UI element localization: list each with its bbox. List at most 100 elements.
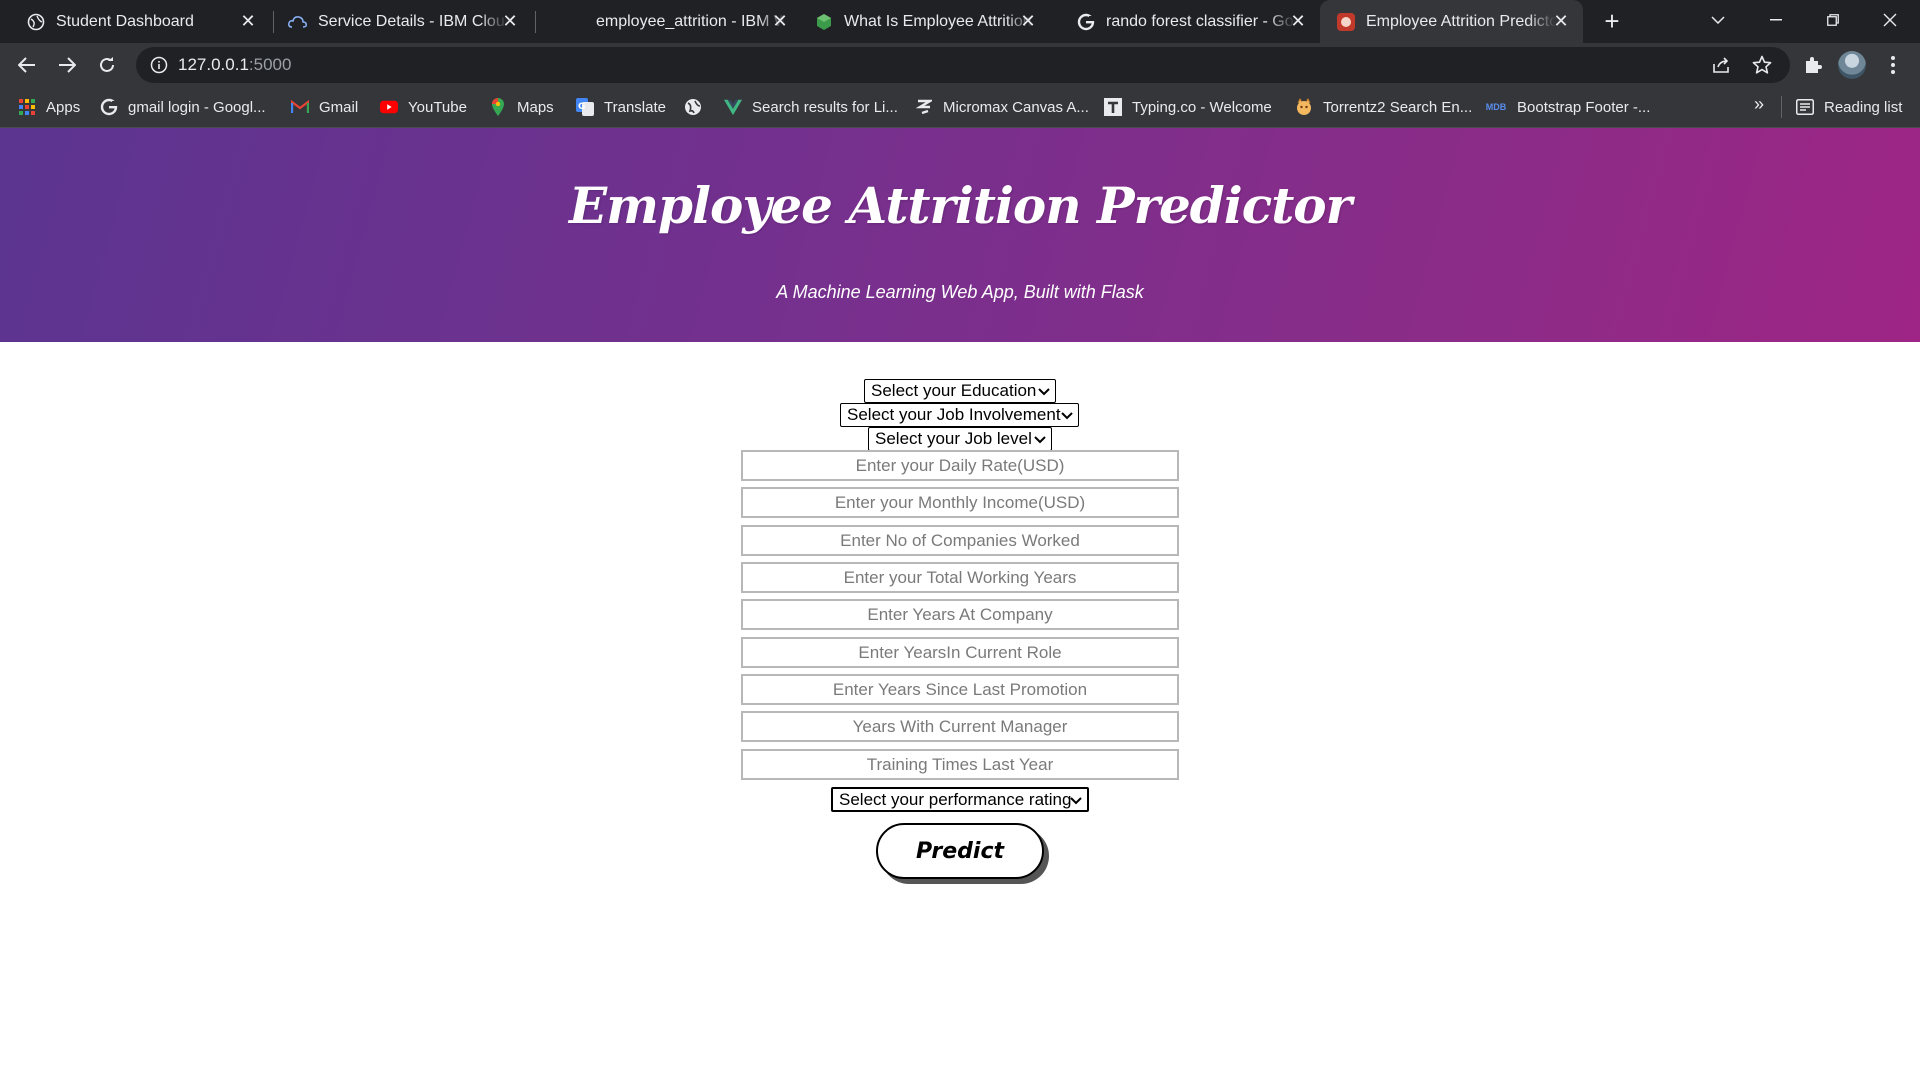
- address-url: 127.0.0.1:5000: [178, 55, 291, 75]
- reload-icon[interactable]: [92, 50, 122, 80]
- reading-list-button[interactable]: Reading list: [1796, 96, 1902, 118]
- chevron-down-icon: [1060, 407, 1074, 421]
- tab-rando-forest[interactable]: rando forest classifier - Goo ✕: [1050, 0, 1320, 43]
- job-involvement-select[interactable]: Select your Job Involvement: [840, 403, 1079, 427]
- bookmark-globe[interactable]: [684, 96, 712, 118]
- bookmark-search-results[interactable]: Search results for Li...: [724, 96, 898, 118]
- monthly-income-input[interactable]: Enter your Monthly Income(USD): [741, 487, 1179, 518]
- bookmark-translate[interactable]: G Translate: [576, 96, 666, 118]
- bookmark-label: Maps: [517, 98, 554, 116]
- chevron-down-icon: [1069, 792, 1083, 806]
- bookmark-label: Gmail: [319, 98, 359, 116]
- bookmark-youtube[interactable]: YouTube: [380, 96, 467, 118]
- years-since-last-promotion-input[interactable]: Enter Years Since Last Promotion: [741, 674, 1179, 705]
- address-bar[interactable]: 127.0.0.1:5000: [136, 47, 1790, 83]
- job-involvement-select-value: Select your Job Involvement: [847, 405, 1061, 424]
- bookmark-torrentz[interactable]: Torrentz2 Search En...: [1295, 96, 1472, 118]
- tab-title: Employee Attrition Predicto: [1366, 12, 1556, 30]
- tab-service-details[interactable]: Service Details - IBM Cloud ✕: [262, 0, 532, 43]
- google-icon: [1076, 12, 1096, 32]
- bookmark-micromax[interactable]: Micromax Canvas A...: [915, 96, 1089, 118]
- training-times-last-year-input[interactable]: Training Times Last Year: [741, 749, 1179, 780]
- tab-title: Service Details - IBM Cloud: [318, 12, 508, 30]
- google-icon: [100, 98, 118, 116]
- tab-student-dashboard[interactable]: Student Dashboard ✕: [0, 0, 270, 43]
- close-icon[interactable]: ✕: [1288, 11, 1308, 31]
- tab-employee-attrition-ibm[interactable]: employee_attrition - IBM W ✕: [540, 0, 802, 43]
- reading-list-icon: [1796, 98, 1814, 116]
- tab-search-icon[interactable]: [1690, 0, 1746, 40]
- years-at-company-input[interactable]: Enter Years At Company: [741, 599, 1179, 630]
- reading-list-label: Reading list: [1824, 98, 1903, 116]
- bookmarks-divider: [1781, 96, 1782, 118]
- window-close-icon[interactable]: [1862, 0, 1918, 40]
- tab-strip: Student Dashboard ✕ Service Details - IB…: [0, 0, 1920, 43]
- performance-rating-select-value: Select your performance rating: [839, 789, 1072, 809]
- job-level-select-value: Select your Job level: [875, 429, 1032, 448]
- close-icon[interactable]: ✕: [238, 11, 258, 31]
- tab-title: Student Dashboard: [56, 12, 194, 30]
- bookmark-label: Translate: [604, 98, 666, 116]
- hero-banner: Employee Attrition Predictor A Machine L…: [0, 128, 1920, 342]
- back-icon[interactable]: [12, 50, 42, 80]
- close-icon[interactable]: ✕: [1551, 11, 1571, 31]
- bookmark-bootstrap-footer[interactable]: MDB Bootstrap Footer -...: [1485, 96, 1651, 118]
- site-info-icon[interactable]: [150, 56, 168, 74]
- bookmark-label: Torrentz2 Search En...: [1323, 98, 1473, 116]
- more-bookmarks-button[interactable]: »: [1754, 94, 1764, 115]
- bookmark-label: Search results for Li...: [752, 98, 898, 116]
- globe-icon: [26, 12, 46, 32]
- translate-icon: G: [576, 98, 594, 116]
- close-icon[interactable]: ✕: [1018, 11, 1038, 31]
- flask-app-icon: [1336, 12, 1356, 32]
- share-icon[interactable]: [1710, 53, 1734, 77]
- close-icon[interactable]: ✕: [770, 11, 790, 31]
- micromax-icon: [915, 98, 933, 116]
- page-title: Employee Attrition Predictor: [569, 176, 1352, 235]
- tab-title: rando forest classifier - Goo: [1106, 12, 1296, 30]
- bookmark-star-icon[interactable]: [1750, 53, 1774, 77]
- browser-toolbar: 127.0.0.1:5000: [0, 43, 1920, 86]
- education-select[interactable]: Select your Education: [864, 379, 1056, 403]
- minimize-icon[interactable]: [1748, 0, 1804, 40]
- bookmarks-bar: Apps gmail login - Googl... Gmail YouTub…: [0, 86, 1920, 128]
- tab-employee-attrition-predictor[interactable]: Employee Attrition Predicto ✕: [1320, 0, 1583, 43]
- bookmark-gmail-login[interactable]: gmail login - Googl...: [100, 96, 266, 118]
- total-working-years-input[interactable]: Enter your Total Working Years: [741, 562, 1179, 593]
- daily-rate-input[interactable]: Enter your Daily Rate(USD): [741, 450, 1179, 481]
- tab-title: employee_attrition - IBM W: [596, 12, 786, 30]
- restore-icon[interactable]: [1805, 0, 1861, 40]
- globe-icon: [684, 98, 702, 116]
- performance-rating-select[interactable]: Select your performance rating: [831, 787, 1089, 812]
- education-select-value: Select your Education: [871, 381, 1037, 400]
- tab-title: What Is Employee Attrition: [844, 12, 1032, 30]
- years-in-current-role-input[interactable]: Enter YearsIn Current Role: [741, 637, 1179, 668]
- bookmark-apps[interactable]: Apps: [18, 96, 80, 118]
- tab-what-is-employee-attrition[interactable]: What Is Employee Attrition ✕: [788, 0, 1050, 43]
- forward-icon[interactable]: [52, 50, 82, 80]
- close-icon[interactable]: ✕: [500, 11, 520, 31]
- bookmark-typing[interactable]: Typing.co - Welcome: [1104, 96, 1272, 118]
- ibm-cloud-icon: [288, 12, 308, 32]
- bookmark-maps[interactable]: Maps: [489, 96, 554, 118]
- mdb-icon: MDB: [1485, 102, 1507, 112]
- url-host: 127.0.0.1: [178, 55, 249, 74]
- bookmark-label: Typing.co - Welcome: [1132, 98, 1272, 116]
- youtube-icon: [380, 98, 398, 116]
- job-level-select[interactable]: Select your Job level: [868, 427, 1052, 451]
- bookmark-label: Bootstrap Footer -...: [1517, 98, 1651, 116]
- torrentz-icon: [1295, 98, 1313, 116]
- chevron-down-icon: [1037, 383, 1051, 397]
- new-tab-button[interactable]: +: [1598, 8, 1626, 36]
- bookmark-label: Apps: [46, 98, 81, 116]
- years-with-current-manager-input[interactable]: Years With Current Manager: [741, 711, 1179, 742]
- bookmark-gmail[interactable]: Gmail: [291, 96, 358, 118]
- vue-icon: [724, 98, 742, 116]
- profile-avatar[interactable]: [1838, 51, 1866, 79]
- num-companies-worked-input[interactable]: Enter No of Companies Worked: [741, 525, 1179, 556]
- bookmark-label: Micromax Canvas A...: [943, 98, 1089, 116]
- predict-button[interactable]: Predict: [876, 823, 1044, 879]
- menu-kebab-icon[interactable]: [1878, 50, 1908, 80]
- extensions-icon[interactable]: [1798, 50, 1828, 80]
- tab-separator: [535, 11, 536, 33]
